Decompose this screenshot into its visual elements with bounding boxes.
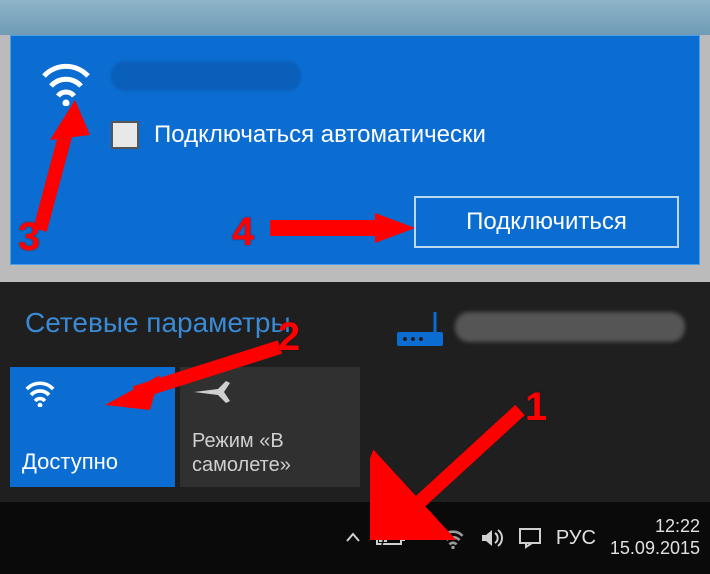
annotation-number-1: 1: [525, 385, 547, 430]
annotation-arrow-2: [95, 335, 295, 415]
clock[interactable]: 12:22 15.09.2015: [610, 516, 700, 559]
router-ssid-redacted: [455, 312, 685, 342]
annotation-number-2: 2: [278, 315, 300, 360]
auto-connect-checkbox[interactable]: [111, 121, 139, 149]
network-name-redacted: [111, 61, 301, 91]
taskbar: * РУС 12:22 15: [0, 502, 710, 574]
wifi-icon: [22, 377, 58, 407]
language-label: РУС: [556, 527, 596, 550]
background-sky: [0, 0, 710, 35]
auto-connect-row[interactable]: Подключаться автоматически: [111, 121, 486, 149]
clock-date: 15.09.2015: [610, 538, 700, 560]
wifi-tile-label: Доступно: [22, 449, 118, 475]
annotation-arrow-1: [370, 400, 540, 540]
auto-connect-label: Подключаться автоматически: [154, 121, 486, 149]
airplane-tile-label: Режим «В самолете»: [192, 429, 360, 477]
annotation-number-3: 3: [18, 215, 40, 260]
language-indicator[interactable]: РУС: [556, 527, 596, 550]
router-icon: [395, 312, 445, 348]
annotation-number-4: 4: [232, 210, 254, 255]
clock-time: 12:22: [610, 516, 700, 538]
connect-button-label: Подключиться: [466, 208, 627, 236]
connect-button[interactable]: Подключиться: [414, 196, 679, 248]
tray-overflow-icon[interactable]: [344, 529, 362, 547]
annotation-arrow-4: [260, 208, 420, 248]
